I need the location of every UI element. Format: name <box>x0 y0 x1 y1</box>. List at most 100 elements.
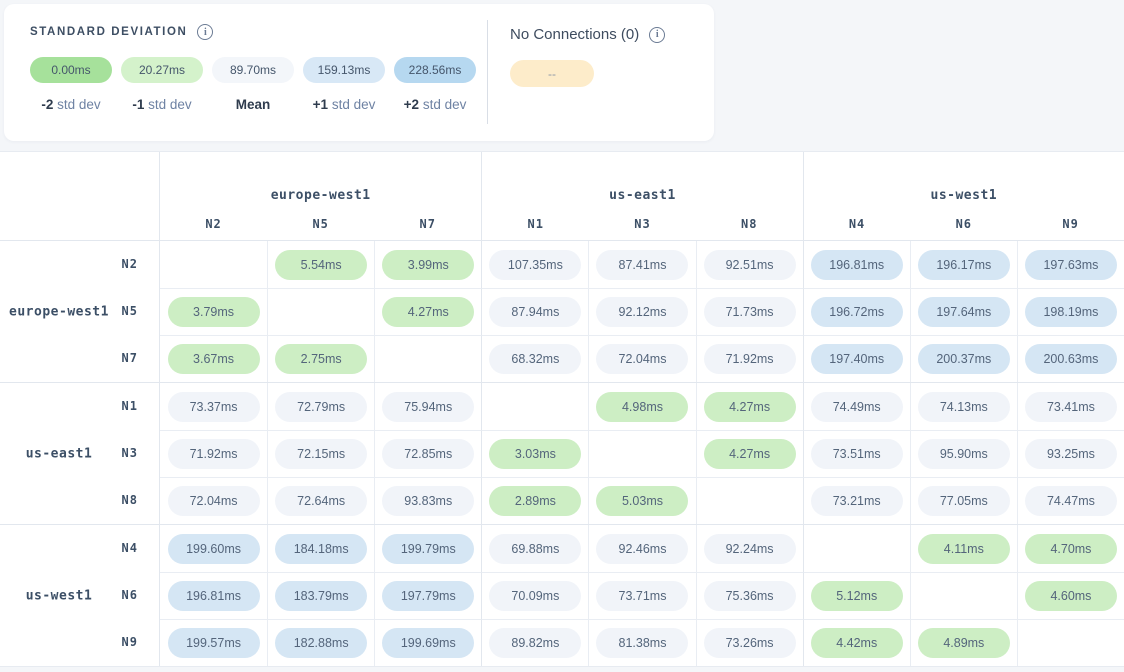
latency-pill[interactable]: 92.46ms <box>596 534 688 564</box>
latency-pill[interactable]: 4.89ms <box>918 628 1010 658</box>
latency-pill[interactable]: 199.69ms <box>382 628 474 658</box>
latency-pill[interactable]: 2.75ms <box>275 344 367 374</box>
latency-cell: 92.46ms <box>588 525 695 572</box>
latency-cell: 4.42ms <box>803 619 910 666</box>
legend-pill-label: Mean <box>236 97 271 112</box>
latency-pill[interactable]: 200.37ms <box>918 344 1010 374</box>
latency-pill[interactable]: 73.51ms <box>811 439 903 469</box>
latency-pill[interactable]: 4.27ms <box>704 392 796 422</box>
latency-pill[interactable]: 2.89ms <box>489 486 581 516</box>
latency-pill[interactable]: 71.92ms <box>704 344 796 374</box>
legend-item: 20.27ms-1 std dev <box>121 57 203 112</box>
latency-pill[interactable]: 81.38ms <box>596 628 688 658</box>
latency-pill[interactable]: 93.25ms <box>1025 439 1117 469</box>
latency-pill[interactable]: 89.82ms <box>489 628 581 658</box>
latency-pill[interactable]: 71.92ms <box>168 439 260 469</box>
latency-cell: 196.17ms <box>910 241 1017 288</box>
latency-pill[interactable]: 72.79ms <box>275 392 367 422</box>
latency-pill[interactable]: 87.94ms <box>489 297 581 327</box>
latency-pill[interactable]: 107.35ms <box>489 250 581 280</box>
latency-cell: 75.94ms <box>374 383 481 430</box>
latency-pill[interactable]: 93.83ms <box>382 486 474 516</box>
latency-pill[interactable]: 92.12ms <box>596 297 688 327</box>
latency-pill[interactable]: 199.79ms <box>382 534 474 564</box>
latency-pill[interactable]: 73.26ms <box>704 628 796 658</box>
latency-cell: 71.92ms <box>696 335 803 382</box>
latency-pill[interactable]: 74.47ms <box>1025 486 1117 516</box>
column-node-labels: N4N6N9 <box>804 217 1124 231</box>
latency-cell: 3.03ms <box>481 430 588 477</box>
latency-pill[interactable]: 196.81ms <box>168 581 260 611</box>
latency-pill[interactable]: 4.11ms <box>918 534 1010 564</box>
latency-pill[interactable]: 3.79ms <box>168 297 260 327</box>
latency-pill[interactable]: 87.41ms <box>596 250 688 280</box>
latency-pill[interactable]: 73.37ms <box>168 392 260 422</box>
latency-pill[interactable]: 184.18ms <box>275 534 367 564</box>
latency-pill[interactable]: 4.98ms <box>596 392 688 422</box>
latency-pill[interactable]: 73.71ms <box>596 581 688 611</box>
latency-pill[interactable]: 5.03ms <box>596 486 688 516</box>
latency-pill[interactable]: 198.19ms <box>1025 297 1117 327</box>
latency-pill[interactable]: 77.05ms <box>918 486 1010 516</box>
latency-pill[interactable]: 74.49ms <box>811 392 903 422</box>
latency-pill[interactable]: 200.63ms <box>1025 344 1117 374</box>
latency-pill[interactable]: 197.79ms <box>382 581 474 611</box>
row-node-label: N2 <box>0 241 159 288</box>
latency-pill[interactable]: 196.72ms <box>811 297 903 327</box>
latency-pill[interactable]: 72.15ms <box>275 439 367 469</box>
column-node-label: N2 <box>160 217 267 231</box>
latency-pill[interactable]: 197.64ms <box>918 297 1010 327</box>
latency-pill[interactable]: 3.03ms <box>489 439 581 469</box>
latency-pill[interactable]: 5.54ms <box>275 250 367 280</box>
legend-label-number: -2 <box>41 97 57 112</box>
latency-pill[interactable]: 72.85ms <box>382 439 474 469</box>
row-node-label: N7 <box>0 335 159 382</box>
latency-pill[interactable]: 3.99ms <box>382 250 474 280</box>
no-connections-info-icon[interactable]: i <box>649 27 665 43</box>
latency-pill[interactable]: 75.94ms <box>382 392 474 422</box>
legend-label-text: std dev <box>332 97 376 112</box>
latency-cell: 87.41ms <box>588 241 695 288</box>
latency-pill[interactable]: 183.79ms <box>275 581 367 611</box>
latency-pill[interactable]: 4.27ms <box>704 439 796 469</box>
latency-pill[interactable]: 69.88ms <box>489 534 581 564</box>
latency-pill[interactable]: 3.67ms <box>168 344 260 374</box>
latency-pill[interactable]: 73.21ms <box>811 486 903 516</box>
latency-cell: 4.11ms <box>910 525 1017 572</box>
latency-pill[interactable]: 196.17ms <box>918 250 1010 280</box>
latency-cell: 72.04ms <box>160 477 267 524</box>
latency-pill[interactable]: 197.40ms <box>811 344 903 374</box>
latency-pill[interactable]: 4.70ms <box>1025 534 1117 564</box>
latency-cell: 200.37ms <box>910 335 1017 382</box>
latency-pill[interactable]: 74.13ms <box>918 392 1010 422</box>
latency-pill[interactable]: 73.41ms <box>1025 392 1117 422</box>
column-node-label: N1 <box>482 217 589 231</box>
column-node-labels: N1N3N8 <box>482 217 802 231</box>
latency-pill[interactable]: 199.60ms <box>168 534 260 564</box>
latency-pill[interactable]: 70.09ms <box>489 581 581 611</box>
latency-cell: 4.70ms <box>1017 525 1124 572</box>
row-node-label: N4 <box>0 525 159 572</box>
latency-pill[interactable]: 72.64ms <box>275 486 367 516</box>
latency-pill[interactable]: 71.73ms <box>704 297 796 327</box>
latency-cell: 199.79ms <box>374 525 481 572</box>
latency-pill[interactable]: 196.81ms <box>811 250 903 280</box>
latency-pill[interactable]: 199.57ms <box>168 628 260 658</box>
latency-pill[interactable]: 92.51ms <box>704 250 796 280</box>
legend-label-number: +1 <box>313 97 332 112</box>
std-dev-info-icon[interactable]: i <box>197 24 213 40</box>
latency-pill[interactable]: 95.90ms <box>918 439 1010 469</box>
latency-pill[interactable]: 92.24ms <box>704 534 796 564</box>
latency-pill[interactable]: 72.04ms <box>168 486 260 516</box>
latency-pill[interactable]: 5.12ms <box>811 581 903 611</box>
latency-pill[interactable]: 68.32ms <box>489 344 581 374</box>
latency-pill[interactable]: 4.60ms <box>1025 581 1117 611</box>
latency-pill[interactable]: 4.42ms <box>811 628 903 658</box>
latency-pill[interactable]: 197.63ms <box>1025 250 1117 280</box>
row-group-labels: us-west1N4N6N9 <box>0 525 160 666</box>
latency-pill[interactable]: 72.04ms <box>596 344 688 374</box>
latency-pill[interactable]: 182.88ms <box>275 628 367 658</box>
latency-cell: 71.92ms <box>160 430 267 477</box>
latency-pill[interactable]: 75.36ms <box>704 581 796 611</box>
latency-pill[interactable]: 4.27ms <box>382 297 474 327</box>
